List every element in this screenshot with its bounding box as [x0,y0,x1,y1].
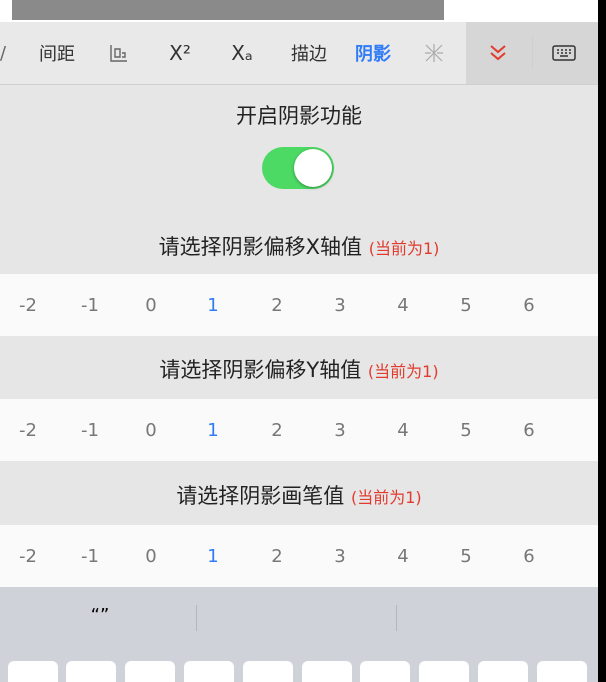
rich-text-editor-screen: / 间距 X² Xₐ 描边 阴影 开启阴影功能 请选择阴影偏移X轴值 (当前为1… [0,0,598,682]
value-option[interactable]: 7 [585,274,598,336]
keyboard-key[interactable] [8,661,58,682]
align-bottom-icon[interactable] [102,22,136,84]
toolbar-item-subscript[interactable]: Xₐ [220,22,264,84]
keyboard-key[interactable] [66,661,116,682]
keyboard-key[interactable] [243,661,293,682]
keyboard-icon[interactable] [544,22,584,84]
keyboard-suggestion-bar: “” [0,587,598,649]
value-option-selected[interactable]: 1 [193,274,233,336]
value-option[interactable]: 0 [131,274,171,336]
pen-title: 请选择阴影画笔值 (当前为1) [0,480,598,510]
value-option[interactable]: 7 [585,525,598,587]
value-option[interactable]: 4 [383,525,423,587]
keyboard-key[interactable] [419,661,469,682]
enable-shadow-title: 开启阴影功能 [236,104,362,128]
keyboard-key[interactable] [125,661,175,682]
value-option[interactable]: -2 [8,399,48,461]
value-option[interactable]: -1 [70,274,110,336]
double-chevron-down-icon[interactable] [478,22,518,84]
value-option-selected[interactable]: 1 [193,525,233,587]
value-option[interactable]: -1 [70,399,110,461]
x-offset-current: (当前为1) [368,239,440,258]
format-toolbar: / 间距 X² Xₐ 描边 阴影 [0,22,598,85]
value-option[interactable]: 3 [320,525,360,587]
keyboard-key[interactable] [302,661,352,682]
value-option[interactable]: 6 [509,399,549,461]
x-offset-label: 请选择阴影偏移X轴值 [158,235,363,259]
suggestion-divider [196,605,197,631]
y-offset-label: 请选择阴影偏移Y轴值 [159,358,362,382]
toolbar-item-stroke[interactable]: 描边 [284,22,334,84]
value-option[interactable]: -2 [8,274,48,336]
keyboard-key[interactable] [184,661,234,682]
keyboard-key[interactable] [478,661,528,682]
value-option[interactable]: 6 [509,274,549,336]
toolbar-item-shadow[interactable]: 阴影 [348,22,398,84]
y-offset-current: (当前为1) [367,362,439,381]
pen-label: 请选择阴影画笔值 [176,484,345,508]
value-option[interactable]: -2 [8,525,48,587]
value-option[interactable]: 7 [585,399,598,461]
value-option[interactable]: 3 [320,274,360,336]
editor-top-area [0,0,598,22]
value-option[interactable]: 0 [131,525,171,587]
keyboard-key[interactable] [537,661,587,682]
toolbar-item-superscript[interactable]: X² [160,22,200,84]
pen-current: (当前为1) [351,488,422,507]
value-option[interactable]: 0 [131,399,171,461]
value-option[interactable]: 5 [446,525,486,587]
value-option[interactable]: 3 [320,399,360,461]
value-option[interactable]: 2 [257,399,297,461]
value-option[interactable]: 4 [383,274,423,336]
x-offset-picker: -2 -1 0 1 2 3 4 5 6 7 [0,274,598,336]
value-option[interactable]: -1 [70,525,110,587]
toolbar-item-spacing[interactable]: 间距 [34,22,80,84]
value-option[interactable]: 5 [446,274,486,336]
value-option[interactable]: 2 [257,274,297,336]
toolbar-separator [532,36,533,70]
keyboard-key[interactable] [360,661,410,682]
keyboard-suggestion[interactable]: “” [70,605,130,626]
value-option-selected[interactable]: 1 [193,399,233,461]
y-offset-picker: -2 -1 0 1 2 3 4 5 6 7 [0,399,598,461]
shadow-toggle[interactable] [262,147,334,189]
toolbar-right-group [466,22,598,84]
pen-picker: -2 -1 0 1 2 3 4 5 6 7 [0,525,598,587]
value-option[interactable]: 2 [257,525,297,587]
value-option[interactable]: 5 [446,399,486,461]
suggestion-divider [396,605,397,631]
toggle-knob [294,149,332,187]
clear-format-icon[interactable] [418,22,450,84]
toolbar-item-partial[interactable]: / [0,22,10,84]
y-offset-title: 请选择阴影偏移Y轴值 (当前为1) [0,354,598,384]
x-offset-title: 请选择阴影偏移X轴值 (当前为1) [0,231,598,261]
editor-placeholder-bar [12,0,444,20]
system-keyboard: “” [0,587,598,682]
value-option[interactable]: 4 [383,399,423,461]
value-option[interactable]: 6 [509,525,549,587]
